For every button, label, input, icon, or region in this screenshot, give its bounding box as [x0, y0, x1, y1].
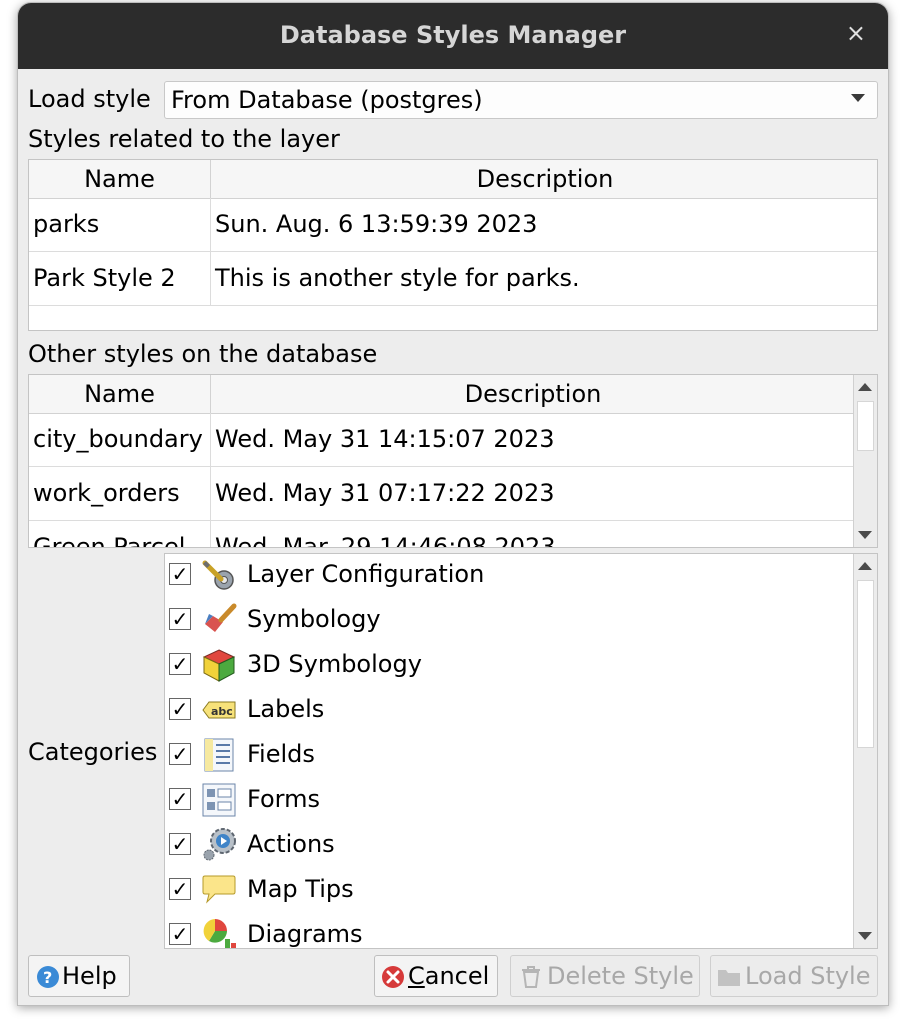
category-checkbox[interactable]: ✓ [169, 608, 191, 630]
load-style-button[interactable]: Load Style [710, 955, 878, 997]
category-item-map-tips[interactable]: ✓ Map Tips [165, 869, 845, 914]
cancel-icon [382, 966, 404, 988]
style-description: Sun. Aug. 6 13:59:39 2023 [215, 210, 538, 238]
folder-icon [718, 970, 740, 986]
category-item-layer-configuration[interactable]: ✓ Layer Configuration [165, 554, 845, 599]
category-label: Forms [247, 785, 320, 813]
delete-style-label: Delete Style [547, 962, 694, 990]
help-icon: ? [37, 966, 59, 988]
category-label: Diagrams [247, 920, 363, 948]
scrollbar-thumb[interactable] [857, 401, 874, 451]
category-item-forms[interactable]: ✓ Forms [165, 779, 845, 824]
cancel-mnemonic: C [408, 962, 425, 990]
load-style-value: From Database (postgres) [171, 86, 483, 114]
forms-icon [202, 783, 236, 817]
category-label: Fields [247, 740, 315, 768]
category-checkbox[interactable]: ✓ [169, 698, 191, 720]
actions-gear-icon [203, 828, 236, 861]
related-styles-label: Styles related to the layer [28, 125, 340, 153]
window-title: Database Styles Manager [279, 21, 627, 49]
categories-scrollbar[interactable] [853, 554, 877, 948]
category-checkbox[interactable]: ✓ [169, 878, 191, 900]
style-description: Wed. Mar. 29 14:46:08 2023 [215, 533, 556, 548]
category-label: Actions [247, 830, 335, 858]
style-description: This is another style for parks. [215, 264, 580, 292]
style-name: city_boundary [29, 413, 211, 466]
table-header: Name Description [29, 160, 877, 199]
category-checkbox[interactable]: ✓ [169, 743, 191, 765]
table-header: Name Description [29, 375, 855, 414]
cancel-button[interactable]: Cancel [374, 955, 498, 997]
label-abc-icon: abc [202, 701, 236, 719]
related-styles-table: Name Description parks Sun. Aug. 6 13:59… [28, 159, 878, 331]
scroll-down-icon[interactable] [858, 531, 872, 539]
speech-bubble-icon [202, 875, 236, 904]
table-row[interactable]: city_boundary Wed. May 31 14:15:07 2023 [29, 413, 855, 467]
scroll-up-icon[interactable] [858, 383, 872, 391]
categories-label: Categories [28, 738, 158, 766]
style-name: work_orders [29, 467, 211, 520]
category-label: 3D Symbology [247, 650, 422, 678]
table-row[interactable]: parks Sun. Aug. 6 13:59:39 2023 [29, 198, 877, 252]
load-style-label: Load Style [745, 962, 871, 990]
table-row[interactable]: work_orders Wed. May 31 07:17:22 2023 [29, 467, 855, 521]
category-item-actions[interactable]: ✓ Actions [165, 824, 845, 869]
load-style-label: Load style [28, 85, 151, 113]
category-item-symbology[interactable]: ✓ Symbology [165, 599, 845, 644]
category-item-3d-symbology[interactable]: ✓ 3D Symbology [165, 644, 845, 689]
category-label: Symbology [247, 605, 381, 633]
trash-icon [522, 966, 540, 988]
chevron-down-icon [851, 94, 865, 102]
style-description: Wed. May 31 07:17:22 2023 [215, 479, 555, 507]
dialog-window: Database Styles Manager × Load style Fro… [17, 2, 889, 1006]
table-row[interactable]: Park Style 2 This is another style for p… [29, 252, 877, 306]
table-row[interactable]: Green Parcel Wed. Mar. 29 14:46:08 2023 [29, 521, 855, 548]
scroll-up-icon[interactable] [858, 562, 872, 570]
style-name: parks [29, 198, 211, 251]
title-bar[interactable]: Database Styles Manager × [18, 3, 888, 69]
cube-icon [202, 649, 236, 682]
category-label: Map Tips [247, 875, 354, 903]
category-checkbox[interactable]: ✓ [169, 653, 191, 675]
scrollbar-thumb[interactable] [857, 580, 874, 748]
category-checkbox[interactable]: ✓ [169, 788, 191, 810]
category-item-fields[interactable]: ✓ Fields [165, 734, 845, 779]
load-style-select[interactable]: From Database (postgres) [164, 81, 878, 119]
category-item-diagrams[interactable]: ✓ Diagrams [165, 914, 845, 948]
categories-list: ✓ Layer Configuration ✓ Symbology ✓ 3D S… [164, 553, 878, 949]
scroll-down-icon[interactable] [858, 932, 872, 940]
cancel-label: ancel [424, 962, 490, 990]
help-button[interactable]: ? Help [28, 955, 130, 997]
svg-text:?: ? [43, 968, 52, 987]
diagram-pie-icon [203, 919, 236, 948]
style-name: Park Style 2 [29, 252, 211, 305]
fields-icon [204, 738, 234, 772]
category-checkbox[interactable]: ✓ [169, 833, 191, 855]
style-description: Wed. May 31 14:15:07 2023 [215, 425, 555, 453]
category-label: Layer Configuration [247, 560, 485, 588]
category-label: Labels [247, 695, 325, 723]
delete-style-button[interactable]: Delete Style [510, 955, 700, 997]
help-label: Help [62, 962, 117, 990]
category-checkbox[interactable]: ✓ [169, 923, 191, 945]
column-header-name[interactable]: Name [29, 160, 211, 198]
other-styles-label: Other styles on the database [28, 340, 378, 368]
column-header-name[interactable]: Name [29, 375, 211, 413]
category-item-labels[interactable]: ✓ abc Labels [165, 689, 845, 734]
other-styles-table: Name Description city_boundary Wed. May … [28, 374, 878, 548]
column-header-description[interactable]: Description [211, 160, 877, 198]
other-styles-scrollbar[interactable] [853, 375, 877, 547]
column-header-description[interactable]: Description [211, 375, 855, 413]
svg-text:abc: abc [211, 705, 233, 718]
paintbrush-icon [205, 603, 237, 632]
close-icon[interactable]: × [846, 19, 866, 47]
style-name: Green Parcel [29, 521, 211, 547]
tools-icon [202, 560, 234, 590]
category-checkbox[interactable]: ✓ [169, 563, 191, 585]
